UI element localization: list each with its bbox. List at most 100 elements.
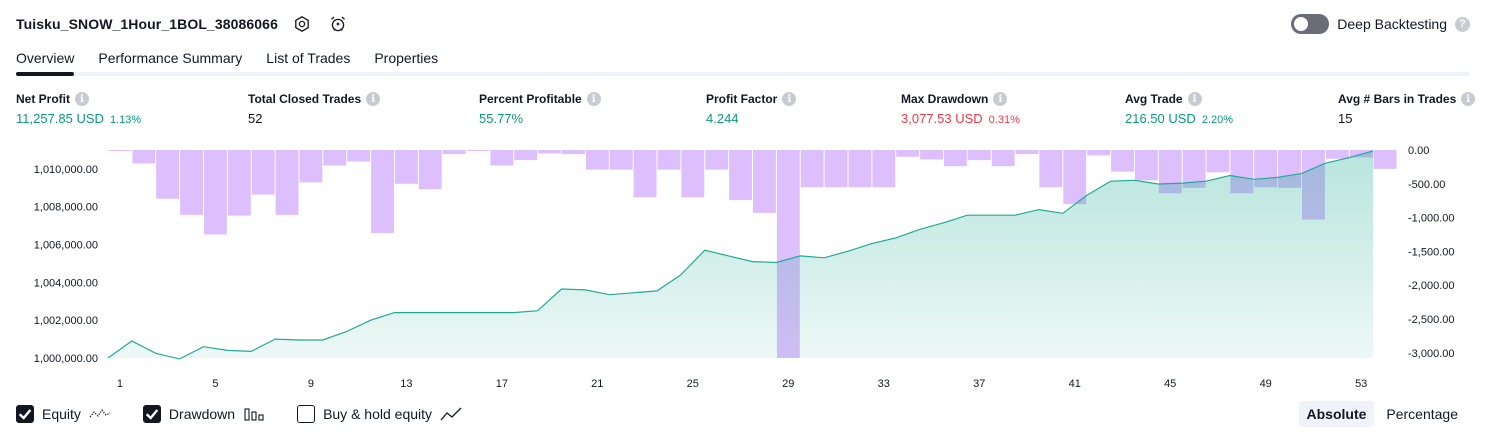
drawdown-bar <box>227 150 251 216</box>
drawdown-bar <box>753 150 776 213</box>
metric-label-text: Profit Factor <box>706 92 778 106</box>
x-tick-label: 29 <box>782 378 794 390</box>
drawdown-bar <box>108 150 132 151</box>
y-left-tick-label: 1,010,000.00 <box>34 164 98 176</box>
drawdown-bar <box>633 150 657 198</box>
metric-net-profit: Net Profit i 11,257.85 USD 1.13% <box>16 92 141 126</box>
avg-trade-pct: 2.20% <box>1201 114 1234 126</box>
avg-trade-value: 216.50 USD <box>1125 111 1196 126</box>
tab-list-of-trades[interactable]: List of Trades <box>266 44 350 72</box>
x-tick-label: 49 <box>1260 378 1272 390</box>
total-closed-trades-value: 52 <box>248 111 263 126</box>
drawdown-bar <box>299 150 323 183</box>
percentage-button[interactable]: Percentage <box>1378 401 1466 427</box>
legend-drawdown-label: Drawdown <box>168 406 236 422</box>
metric-value: 3,077.53 USD 0.31% <box>901 111 1020 126</box>
deep-backtesting-label: Deep Backtesting <box>1337 16 1447 32</box>
drawdown-bar <box>944 150 967 167</box>
drawdown-bar <box>681 150 705 198</box>
x-tick-label: 45 <box>1164 378 1176 390</box>
drawdown-bar <box>418 150 442 190</box>
gear-icon[interactable] <box>290 12 314 36</box>
info-icon[interactable]: i <box>366 92 381 106</box>
drawdown-bar <box>896 150 920 157</box>
x-tick-label: 13 <box>400 378 412 390</box>
drawdown-bar <box>609 150 633 170</box>
drawdown-bar <box>1325 150 1349 159</box>
net-profit-value: 11,257.85 USD <box>16 111 104 126</box>
y-left-tick-label: 1,000,000.00 <box>34 353 98 365</box>
drawdown-bar <box>180 150 203 215</box>
drawdown-bar <box>204 150 227 235</box>
bar-chart-icon <box>244 408 264 421</box>
drawdown-bar <box>1087 150 1111 156</box>
drawdown-bar <box>323 150 347 166</box>
y-left-tick-label: 1,004,000.00 <box>34 277 98 289</box>
drawdown-bar <box>729 150 752 200</box>
drawdown-bar <box>251 150 275 195</box>
y-left-tick-label: 1,002,000.00 <box>34 315 98 327</box>
metric-label-text: Net Profit <box>16 92 70 106</box>
buy-hold-checkbox[interactable] <box>297 405 316 423</box>
y-right-tick-label: -500.00 <box>1408 179 1445 191</box>
profit-factor-value: 4.244 <box>706 111 739 126</box>
drawdown-bar <box>1111 150 1134 172</box>
legend-buy-hold[interactable]: Buy & hold equity <box>297 405 462 423</box>
drawdown-bar <box>1206 150 1230 173</box>
metric-label: Avg # Bars in Trades i <box>1338 92 1476 106</box>
metric-label-text: Max Drawdown <box>901 92 989 106</box>
drawdown-bar <box>514 150 538 161</box>
tab-overview[interactable]: Overview <box>16 44 75 76</box>
info-icon[interactable]: i <box>1187 92 1202 106</box>
drawdown-bar <box>394 150 418 184</box>
chart-legend: Equity Drawdown Buy & hold equity <box>16 402 462 426</box>
x-tick-label: 41 <box>1069 378 1081 390</box>
y-right-tick-label: 0.00 <box>1408 145 1429 157</box>
info-icon[interactable]: i <box>75 92 89 106</box>
question-icon[interactable]: ? <box>1455 16 1470 32</box>
legend-drawdown[interactable]: Drawdown <box>142 405 265 423</box>
tab-properties[interactable]: Properties <box>374 44 438 72</box>
metric-avg-trade: Avg Trade i 216.50 USD 2.20% <box>1125 92 1233 126</box>
drawdown-bar <box>585 150 609 170</box>
drawdown-bar <box>872 150 896 188</box>
drawdown-bar <box>824 150 848 188</box>
info-icon[interactable]: i <box>993 92 1008 106</box>
info-icon[interactable]: i <box>782 92 797 106</box>
y-axis-left: 1,000,000.00 1,002,000.00 1,004,000.00 1,00… <box>34 164 98 365</box>
strategy-header: Tuisku_SNOW_1Hour_1BOL_38086066 <box>16 12 350 36</box>
metric-percent-profitable: Percent Profitable i 55.77% <box>479 92 601 126</box>
toggle-knob <box>1294 17 1309 31</box>
x-tick-label: 17 <box>496 378 508 390</box>
alarm-clock-icon[interactable] <box>326 12 350 36</box>
y-right-tick-label: -2,000.00 <box>1408 280 1454 292</box>
y-right-tick-label: -1,500.00 <box>1408 246 1454 258</box>
metric-label: Profit Factor i <box>706 92 797 106</box>
info-icon[interactable]: i <box>586 92 601 106</box>
drawdown-bar <box>371 150 394 234</box>
drawdown-bar <box>275 150 299 215</box>
drawdown-bar <box>1039 150 1063 188</box>
metric-label: Avg Trade i <box>1125 92 1233 106</box>
equity-drawdown-chart[interactable]: 1,000,000.00 1,002,000.00 1,004,000.00 1,00… <box>0 140 1486 395</box>
drawdown-bar <box>132 150 156 164</box>
legend-equity-label: Equity <box>42 406 81 422</box>
metric-label: Total Closed Trades i <box>248 92 381 106</box>
deep-backtesting-toggle[interactable] <box>1291 14 1330 34</box>
x-axis: 1 5 9 13 17 21 25 29 33 37 41 45 49 53 <box>117 378 1367 390</box>
metric-total-closed-trades: Total Closed Trades i 52 <box>248 92 381 126</box>
absolute-button[interactable]: Absolute <box>1298 401 1375 427</box>
drawdown-bar <box>156 150 180 199</box>
metric-profit-factor: Profit Factor i 4.244 <box>706 92 797 126</box>
drawdown-bar <box>1134 150 1158 181</box>
legend-equity[interactable]: Equity <box>16 405 111 423</box>
info-icon[interactable]: i <box>1461 92 1476 106</box>
drawdown-bar <box>991 150 1015 167</box>
trend-line-icon <box>440 407 462 421</box>
drawdown-bar <box>1373 150 1397 169</box>
drawdown-checkbox[interactable] <box>142 405 161 423</box>
tab-performance-summary[interactable]: Performance Summary <box>98 44 242 72</box>
equity-checkbox[interactable] <box>16 405 34 423</box>
drawdown-bar <box>705 150 729 170</box>
x-tick-label: 33 <box>878 378 890 390</box>
